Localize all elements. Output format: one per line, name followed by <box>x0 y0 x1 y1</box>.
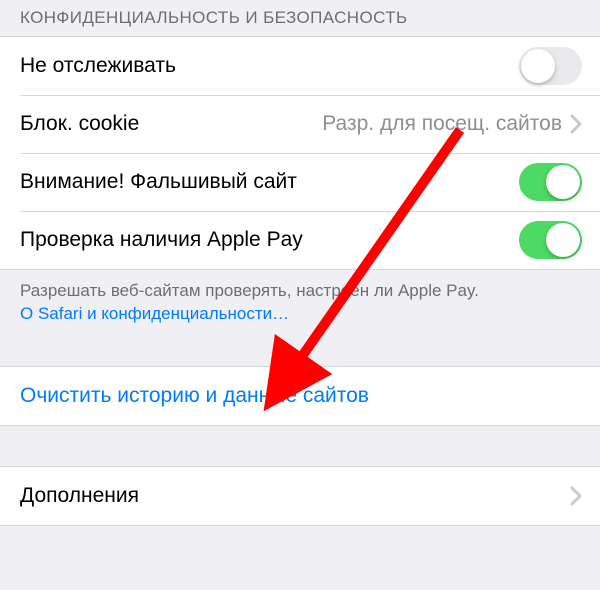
row-label: Не отслеживать <box>20 54 519 78</box>
toggle-fraud-warning[interactable] <box>519 163 582 201</box>
chevron-right-icon <box>570 114 582 134</box>
row-value: Разр. для посещ. сайтов <box>322 112 562 136</box>
row-label: Дополнения <box>20 484 570 508</box>
privacy-footer: Разрешать веб-сайтам проверять, настроен… <box>0 270 600 326</box>
clear-history-group: Очистить историю и данные сайтов <box>0 366 600 426</box>
row-label: Блок. cookie <box>20 112 322 136</box>
clear-history-label: Очистить историю и данные сайтов <box>20 384 582 408</box>
row-apple-pay-check[interactable]: Проверка наличия Apple Pay <box>0 211 600 269</box>
toggle-apple-pay-check[interactable] <box>519 221 582 259</box>
row-fraud-warning[interactable]: Внимание! Фальшивый сайт <box>0 153 600 211</box>
row-label: Проверка наличия Apple Pay <box>20 228 519 252</box>
spacer <box>0 426 600 466</box>
footer-text: Разрешать веб-сайтам проверять, настроен… <box>20 281 479 300</box>
extensions-group: Дополнения <box>0 466 600 526</box>
section-header-privacy: КОНФИДЕНЦИАЛЬНОСТЬ И БЕЗОПАСНОСТЬ <box>0 0 600 36</box>
toggle-do-not-track[interactable] <box>519 47 582 85</box>
row-extensions[interactable]: Дополнения <box>0 467 600 525</box>
toggle-knob <box>546 223 580 257</box>
privacy-group: Не отслеживать Блок. cookie Разр. для по… <box>0 36 600 270</box>
toggle-knob <box>521 49 555 83</box>
row-do-not-track[interactable]: Не отслеживать <box>0 37 600 95</box>
row-clear-history[interactable]: Очистить историю и данные сайтов <box>0 367 600 425</box>
row-block-cookies[interactable]: Блок. cookie Разр. для посещ. сайтов <box>0 95 600 153</box>
toggle-knob <box>546 165 580 199</box>
about-safari-link[interactable]: О Safari и конфиденциальности… <box>20 304 289 323</box>
row-label: Внимание! Фальшивый сайт <box>20 170 519 194</box>
spacer <box>0 326 600 366</box>
chevron-right-icon <box>570 486 582 506</box>
